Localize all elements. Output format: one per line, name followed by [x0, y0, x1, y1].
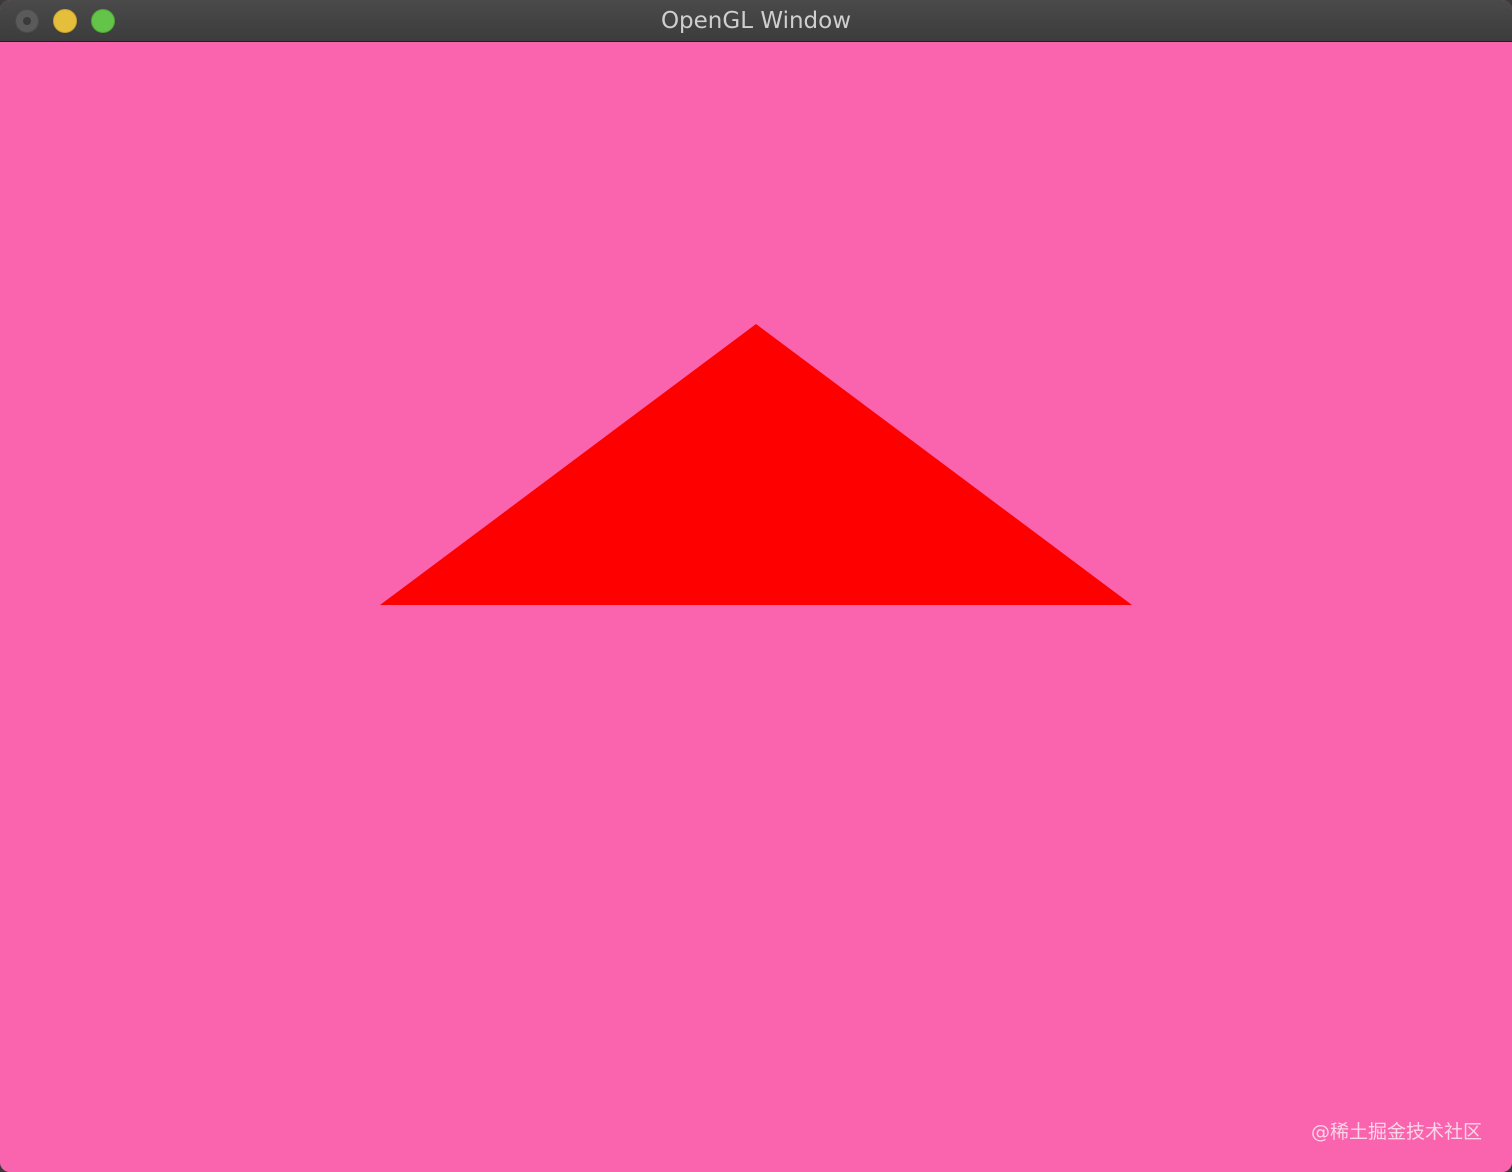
title-bar[interactable]: OpenGL Window: [0, 0, 1512, 42]
window-title: OpenGL Window: [660, 8, 852, 34]
watermark-text: @稀土掘金技术社区: [1310, 1121, 1482, 1143]
opengl-viewport[interactable]: [0, 42, 1512, 1172]
clear-color-background: [0, 42, 1512, 1172]
render-canvas: [0, 42, 1512, 1172]
app-window: OpenGL Window @稀土掘金技术社区: [0, 0, 1512, 1172]
